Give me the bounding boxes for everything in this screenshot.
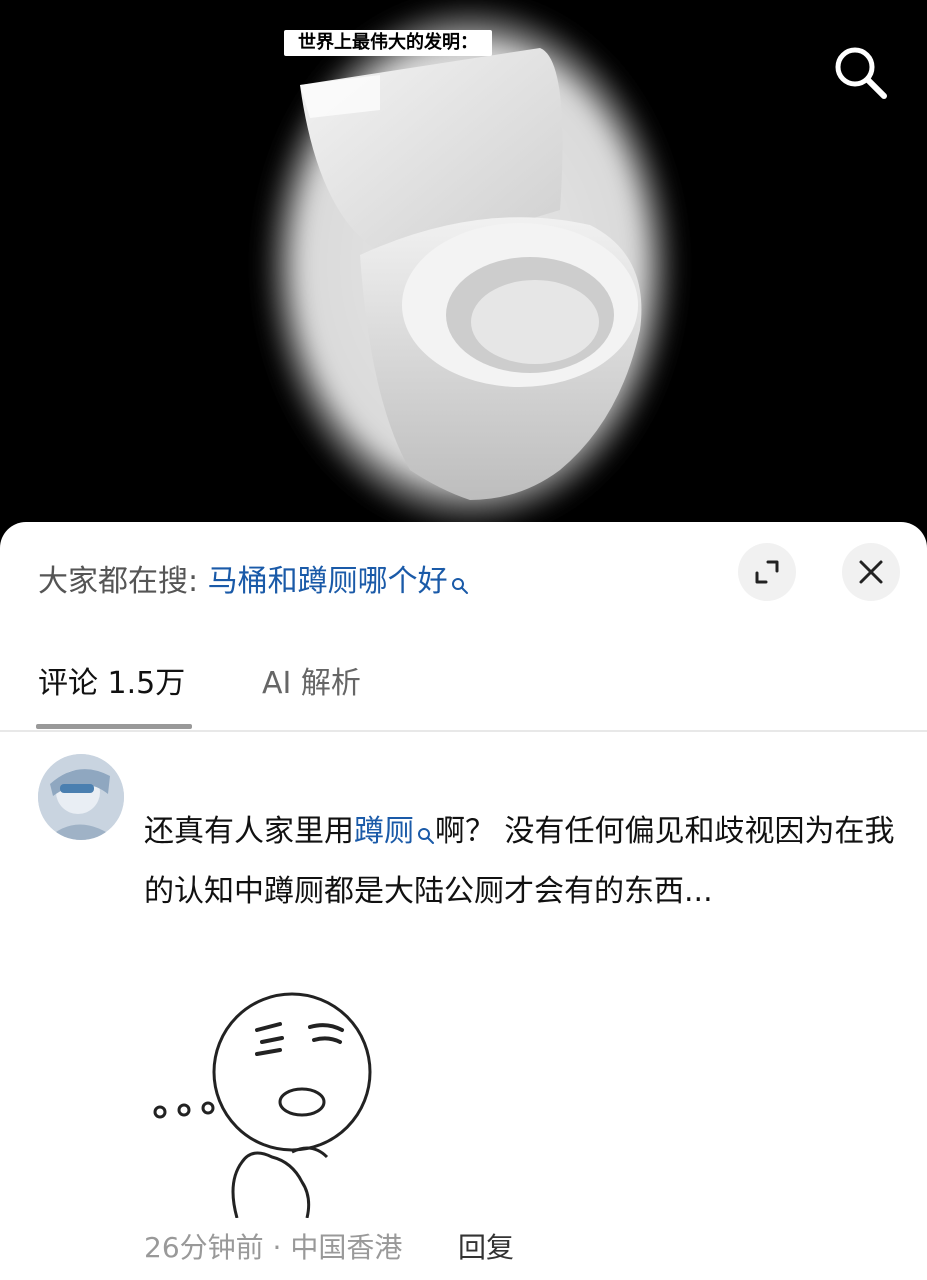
tab-comments-label: 评论: [38, 666, 98, 701]
sticker-image[interactable]: [142, 982, 378, 1218]
comment-keyword-link[interactable]: 蹲厕: [354, 814, 414, 849]
comment-text-part1: 还真有人家里用: [144, 814, 354, 849]
hot-search-query[interactable]: 马桶和蹲厕哪个好: [208, 564, 448, 599]
comments-sheet: 大家都在搜: 马桶和蹲厕哪个好 评论 1.5万 AI 解析 还真有人家里用蹲厕 …: [0, 522, 927, 1280]
close-icon: [859, 560, 883, 584]
toilet-image: [265, 5, 675, 525]
reply-button[interactable]: 回复: [458, 1228, 514, 1268]
tab-comments[interactable]: 评论 1.5万: [38, 664, 185, 704]
small-search-icon: [417, 808, 435, 864]
small-search-icon: [451, 566, 469, 606]
active-tab-indicator: [36, 724, 192, 729]
expand-icon: [755, 560, 779, 584]
video-caption: 世界上最伟大的发明：: [284, 30, 492, 56]
expand-button[interactable]: [738, 543, 796, 601]
tab-comments-count: 1.5万: [107, 666, 186, 701]
sheet-header: 大家都在搜: 马桶和蹲厕哪个好: [0, 522, 927, 632]
comment-meta: 26分钟前 · 中国香港: [144, 1231, 403, 1264]
video-player[interactable]: 世界上最伟大的发明：: [0, 0, 927, 540]
comment-text: 还真有人家里用蹲厕 啊？ 没有任何偏见和歧视因为在我的认知中蹲厕都是大陆公厕才会有…: [144, 804, 904, 920]
avatar[interactable]: [38, 754, 124, 840]
hot-search-prefix: 大家都在搜:: [38, 564, 199, 599]
tab-ai-analysis[interactable]: AI 解析: [262, 664, 361, 704]
hot-search[interactable]: 大家都在搜: 马桶和蹲厕哪个好: [38, 562, 469, 606]
close-button[interactable]: [842, 543, 900, 601]
tab-bar: 评论 1.5万 AI 解析: [0, 652, 927, 732]
search-icon[interactable]: [830, 42, 892, 104]
